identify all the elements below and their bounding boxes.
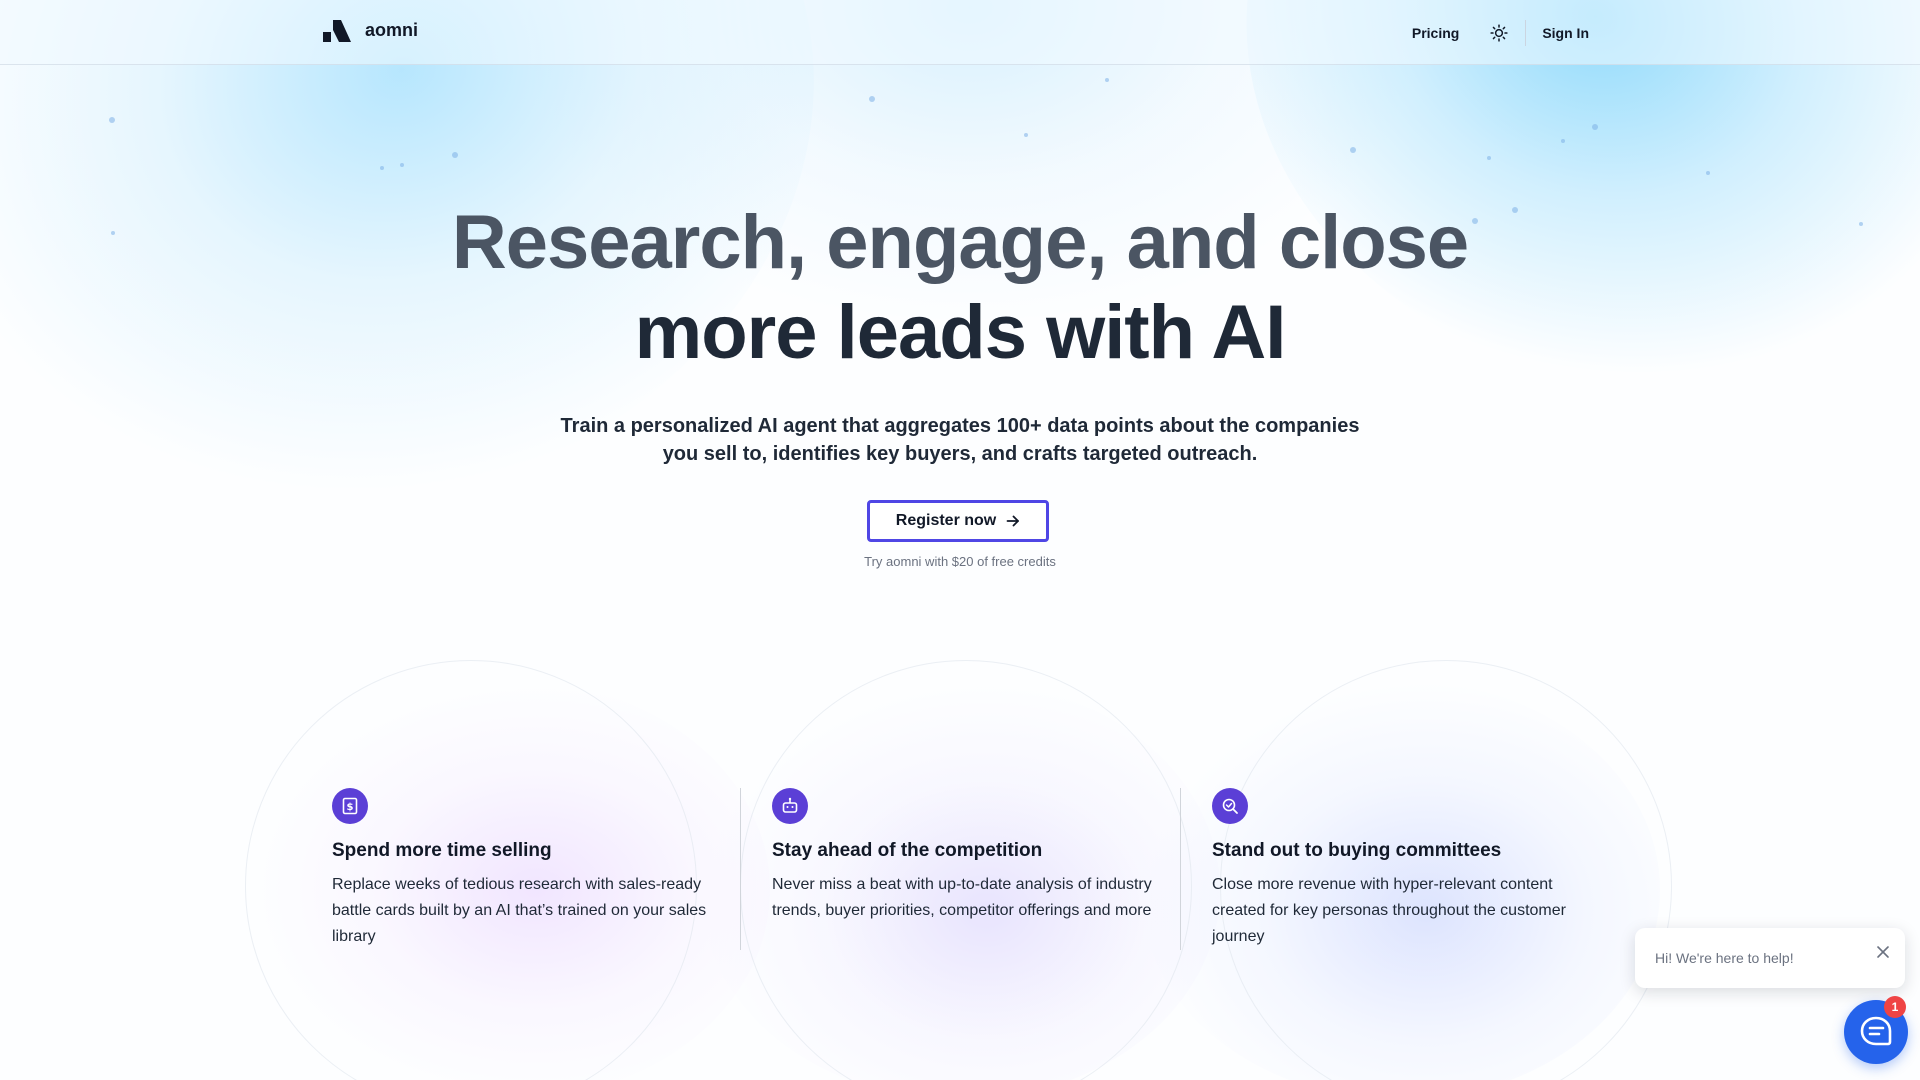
background-dot — [1105, 78, 1109, 82]
feature-title: Stand out to buying committees — [1212, 840, 1502, 861]
nav-menu: Pricing Sign In — [1412, 20, 1589, 46]
background-dot — [1350, 147, 1356, 153]
arrow-right-icon — [1006, 515, 1020, 527]
background-dot — [380, 166, 384, 170]
hero-title: Research, engage, and close more leads w… — [0, 198, 1920, 378]
dollar-document-icon: $ — [342, 797, 358, 815]
close-icon[interactable] — [1875, 944, 1891, 960]
background-dot — [1592, 124, 1598, 130]
register-now-label: Register now — [895, 512, 997, 529]
register-now-button[interactable]: Register now — [867, 500, 1049, 542]
background-dot — [109, 117, 115, 123]
theme-toggle-button[interactable] — [1487, 21, 1511, 45]
feature-icon-badge: $ — [332, 788, 368, 824]
sun-icon — [1490, 24, 1508, 42]
background-dot — [869, 96, 875, 102]
chat-icon — [1860, 1016, 1892, 1046]
nav-divider — [1525, 20, 1527, 46]
background-dot — [1706, 171, 1710, 175]
nav-link-pricing[interactable]: Pricing — [1412, 25, 1459, 41]
background-dot — [1487, 156, 1491, 160]
background-dot — [452, 152, 458, 158]
feature-description: Close more revenue with hyper-relevant c… — [1212, 876, 1566, 945]
feature-description: Replace weeks of tedious research with s… — [332, 876, 707, 945]
feature-icon-badge — [1212, 788, 1248, 824]
feature-title: Spend more time selling — [332, 840, 552, 861]
logo-link[interactable]: aomni — [323, 18, 418, 42]
background-dot — [400, 163, 404, 167]
free-credits-note: Try aomni with $20 of free credits — [864, 554, 1056, 569]
aomni-logo-icon — [323, 20, 351, 42]
robot-icon — [782, 797, 798, 813]
hero-title-line-2: more leads with AI — [634, 290, 1287, 375]
feature-description: Never miss a beat with up-to-date analys… — [772, 876, 1152, 919]
background-dot — [1561, 139, 1565, 143]
feature-card-selling: $ Spend more time selling Replace weeks … — [332, 788, 712, 950]
chat-greeting-text: Hi! We're here to help! — [1655, 950, 1794, 966]
chat-notification-badge: 1 — [1884, 996, 1906, 1018]
feature-icon-badge — [772, 788, 808, 824]
feature-card-committees: Stand out to buying committees Close mor… — [1212, 788, 1592, 950]
hero-title-line-1: Research, engage, and close — [451, 200, 1469, 285]
svg-text:$: $ — [347, 802, 354, 813]
chat-greeting-popup[interactable]: Hi! We're here to help! — [1635, 928, 1905, 988]
landing-page: aomni Pricing Sign In Research, engage, … — [0, 0, 1920, 1080]
top-navbar: aomni Pricing Sign In — [0, 0, 1920, 65]
feature-card-competition: Stay ahead of the competition Never miss… — [772, 788, 1152, 924]
brand-name: aomni — [365, 19, 419, 40]
feature-divider — [1180, 788, 1181, 950]
search-check-icon — [1222, 798, 1238, 814]
feature-title: Stay ahead of the competition — [772, 840, 1043, 861]
hero-subtitle: Train a personalized AI agent that aggre… — [560, 415, 1360, 465]
background-dot — [1024, 133, 1028, 137]
feature-divider — [740, 788, 741, 950]
sign-in-link[interactable]: Sign In — [1542, 25, 1589, 41]
